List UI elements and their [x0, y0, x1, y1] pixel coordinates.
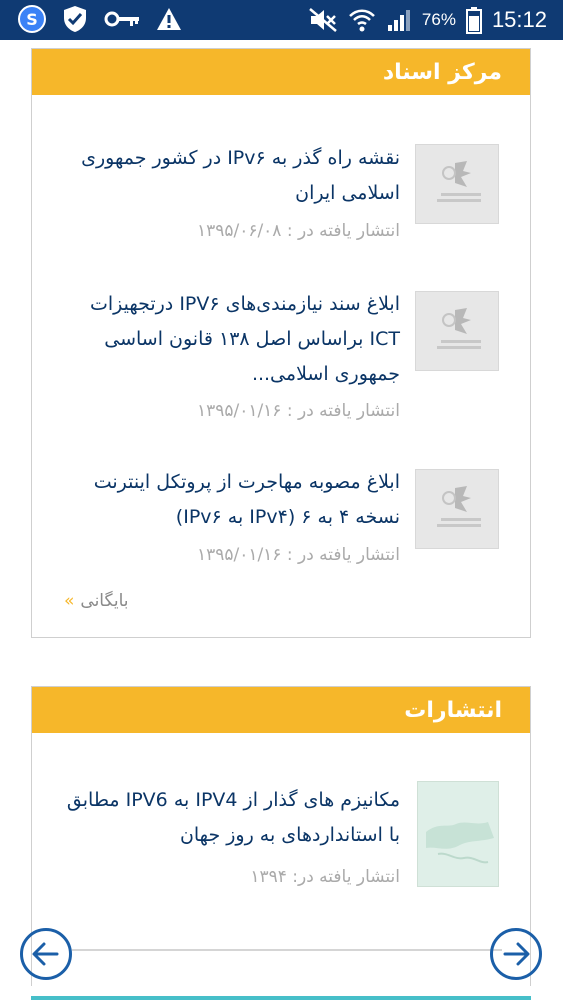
document-title[interactable]: ابلاغ سند نیازمندی‌های IPV۶ درتجهیزات IC… — [60, 287, 400, 392]
documents-title: مرکز اسناد — [382, 59, 502, 85]
arrow-right-icon — [503, 942, 530, 966]
document-title[interactable]: نقشه راه گذر به IPv۶ در کشور جمهوری اسلا… — [60, 141, 400, 211]
warning-icon — [157, 8, 181, 30]
document-date: انتشار یافته در : ۱۳۹۵/۰۶/۰۸ — [196, 221, 400, 241]
status-bar: S 76% 15:12 — [0, 0, 563, 40]
mute-icon — [309, 8, 337, 32]
ministry-logo-icon — [437, 486, 481, 527]
documents-card: مرکز اسناد نقشه راه گذر به IPv۶ در کشور … — [31, 48, 531, 638]
document-date: انتشار یافته در : ۱۳۹۵/۰۱/۱۶ — [196, 401, 400, 421]
clock: 15:12 — [491, 7, 547, 32]
pager-divider — [72, 949, 502, 951]
publications-header: انتشارات — [32, 687, 530, 733]
archive-link[interactable]: بایگانی » — [64, 591, 129, 611]
document-thumbnail[interactable] — [415, 291, 499, 371]
ministry-logo-icon — [437, 161, 481, 202]
app-notification-icon: S — [18, 5, 46, 33]
next-button[interactable] — [490, 928, 542, 980]
document-date: انتشار یافته در : ۱۳۹۵/۰۱/۱۶ — [196, 545, 400, 565]
publications-card: انتشارات مکانیزم های گذار از IPV4 به IPV… — [31, 686, 531, 986]
shield-check-icon — [64, 6, 86, 32]
documents-header: مرکز اسناد — [32, 49, 530, 95]
world-map-icon — [426, 822, 494, 864]
next-section-edge — [31, 996, 531, 1000]
battery-percent: 76% — [421, 10, 456, 29]
previous-button[interactable] — [20, 928, 72, 980]
battery-icon — [465, 7, 482, 34]
signal-icon — [387, 10, 410, 31]
document-thumbnail[interactable] — [415, 469, 499, 549]
archive-label[interactable]: بایگانی — [80, 591, 128, 611]
ministry-logo-icon — [437, 308, 481, 349]
publication-date: انتشار یافته در: ۱۳۹۴ — [250, 867, 400, 887]
key-icon — [104, 11, 139, 27]
double-chevron-icon: » — [64, 591, 75, 611]
publication-title[interactable]: مکانیزم های گذار از IPV4 به IPV6 مطابق ب… — [60, 783, 400, 853]
document-thumbnail[interactable] — [415, 144, 499, 224]
publication-cover[interactable] — [417, 781, 499, 887]
document-title[interactable]: ابلاغ مصوبه مهاجرت از پروتکل اینترنت نسخ… — [60, 465, 400, 535]
publications-title: انتشارات — [404, 697, 502, 723]
arrow-left-icon — [32, 942, 59, 966]
wifi-icon — [349, 9, 375, 32]
